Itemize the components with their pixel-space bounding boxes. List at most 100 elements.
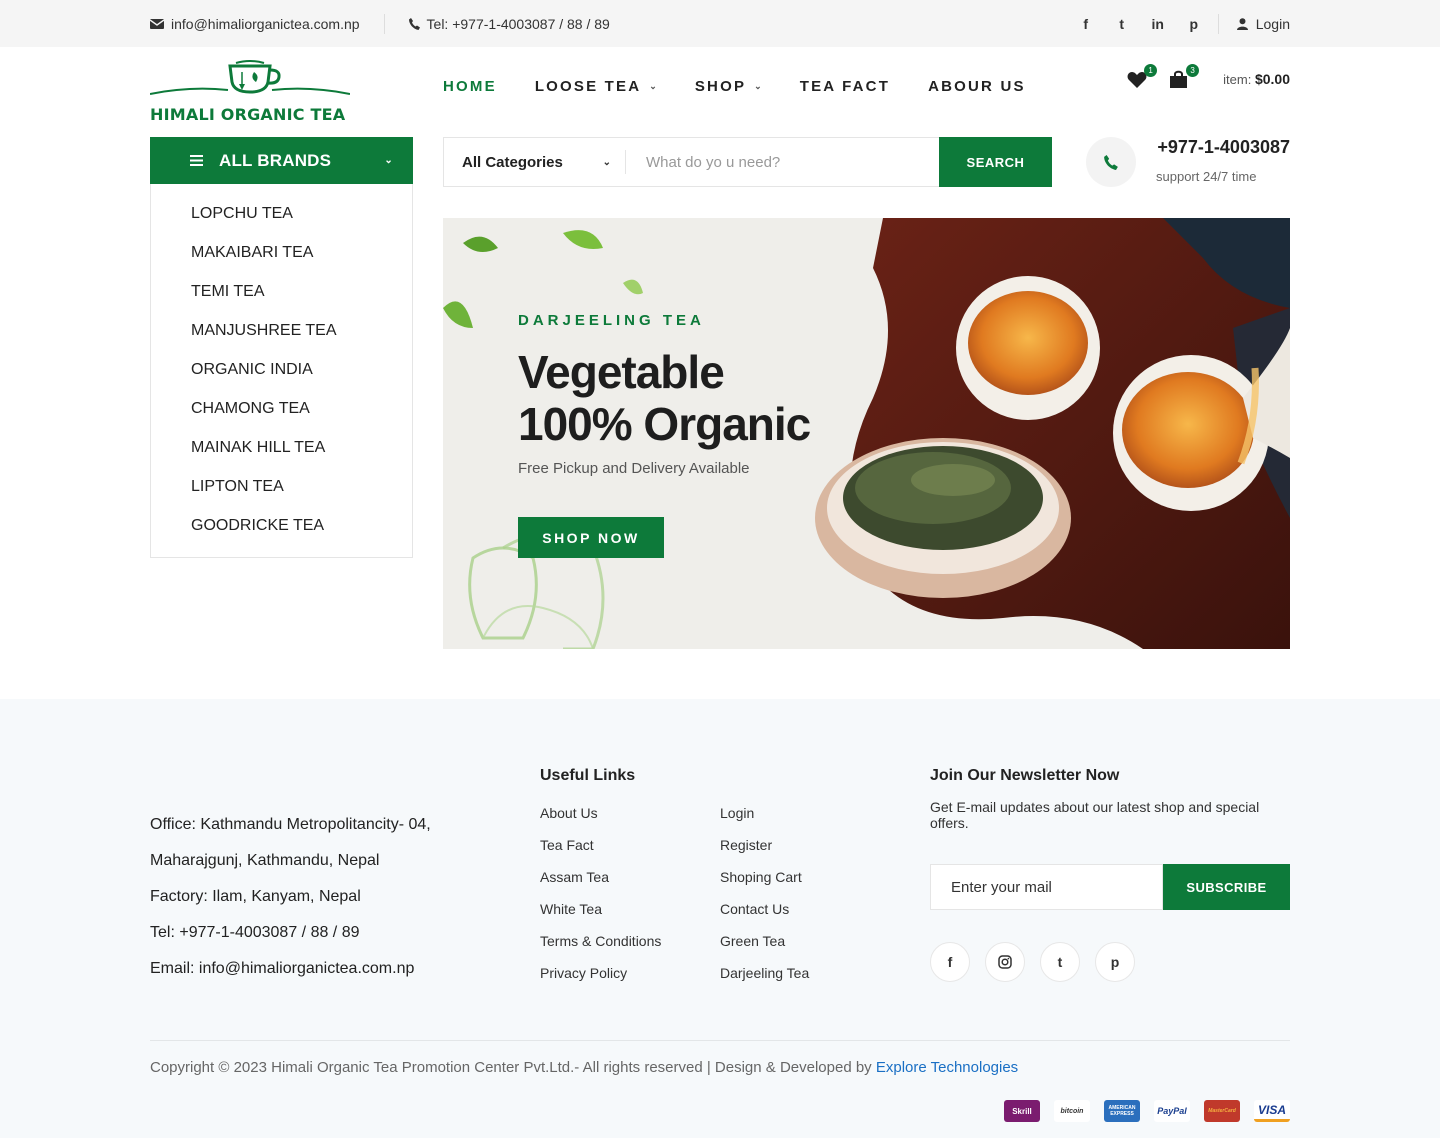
brand-item[interactable]: LIPTON TEA: [151, 467, 412, 506]
hero-title: Vegetable 100% Organic: [518, 346, 848, 450]
paypal-icon: PayPal: [1154, 1100, 1190, 1122]
brand-item[interactable]: LOPCHU TEA: [151, 194, 412, 233]
footer-link[interactable]: Terms & Conditions: [540, 931, 720, 963]
footer-link[interactable]: About Us: [540, 803, 720, 835]
login-link[interactable]: Login: [1236, 16, 1290, 32]
wishlist-button[interactable]: 1: [1127, 64, 1158, 90]
nav-loose-tea-label: LOOSE TEA: [534, 77, 642, 95]
phone-icon: [1104, 154, 1118, 170]
cart-amount: $0.00: [1254, 71, 1290, 87]
header-actions: 1 3 item: $0.00: [1127, 64, 1290, 90]
footer-link[interactable]: Tea Fact: [540, 835, 720, 867]
facebook-icon[interactable]: f: [1068, 16, 1104, 32]
footer: Office: Kathmandu Metropolitancity- 04, …: [0, 699, 1440, 1138]
email-contact[interactable]: info@himaliorganictea.com.np: [150, 16, 360, 32]
bitcoin-icon: bitcoin: [1054, 1100, 1090, 1122]
facebook-icon[interactable]: f: [930, 942, 970, 982]
cart-count-badge: 3: [1186, 64, 1200, 77]
shop-now-button[interactable]: SHOP NOW: [518, 517, 664, 558]
support-text: support 24/7 time: [1156, 169, 1257, 184]
top-social-links: f t in p: [1068, 16, 1212, 32]
footer-link[interactable]: Login: [720, 803, 900, 835]
footer-link[interactable]: Register: [720, 835, 900, 867]
pinterest-icon[interactable]: p: [1176, 16, 1212, 32]
newsletter: Join Our Newsletter Now Get E-mail updat…: [930, 767, 1290, 982]
linkedin-icon[interactable]: in: [1140, 16, 1176, 32]
nav-loose-tea[interactable]: LOOSE TEA ⌄: [535, 72, 657, 100]
footer-link[interactable]: Darjeeling Tea: [720, 963, 900, 995]
brand-item[interactable]: CHAMONG TEA: [151, 389, 412, 428]
top-bar: info@himaliorganictea.com.np Tel: +977-1…: [0, 0, 1440, 47]
copyright-text: Copyright © 2023 Himali Organic Tea Prom…: [150, 1059, 872, 1076]
phone-text: Tel: +977-1-4003087 / 88 / 89: [426, 15, 610, 32]
cart-button[interactable]: 3: [1169, 64, 1200, 90]
nav-tea-fact-label: TEA FACT: [799, 77, 891, 95]
nav-home-label: HOME: [443, 77, 497, 95]
brand-item[interactable]: TEMI TEA: [151, 272, 412, 311]
brand-item[interactable]: MAKAIBARI TEA: [151, 233, 412, 272]
phone-contact[interactable]: Tel: +977-1-4003087 / 88 / 89: [408, 15, 610, 32]
twitter-icon[interactable]: t: [1104, 16, 1140, 32]
support-phone-circle[interactable]: [1086, 137, 1136, 187]
email-text: info@himaliorganictea.com.np: [171, 15, 360, 32]
chevron-down-icon: ⌄: [602, 156, 611, 168]
mastercard-icon: MasterCard: [1204, 1100, 1240, 1122]
footer-social-links: f t p: [930, 942, 1290, 982]
footer-link[interactable]: White Tea: [540, 899, 720, 931]
footer-link[interactable]: Privacy Policy: [540, 963, 720, 995]
nav-shop-label: SHOP: [694, 77, 747, 95]
footer-link[interactable]: Green Tea: [720, 931, 900, 963]
menu-icon: [190, 151, 203, 171]
address-line: Tel: +977-1-4003087 / 88 / 89: [150, 924, 360, 941]
shopping-bag-icon: [1170, 70, 1188, 88]
cart-total[interactable]: item: $0.00: [1223, 71, 1290, 87]
brand-item[interactable]: MAINAK HILL TEA: [151, 428, 412, 467]
brands-toggle[interactable]: ALL BRANDS ⌄: [150, 137, 413, 184]
newsletter-title: Join Our Newsletter Now: [930, 767, 1120, 784]
tea-cup-logo-icon: [150, 60, 350, 95]
visa-icon: VISA: [1254, 1100, 1290, 1122]
brands-menu: ALL BRANDS ⌄ LOPCHU TEA MAKAIBARI TEA TE…: [150, 137, 413, 558]
developer-link[interactable]: Explore Technologies: [876, 1059, 1018, 1076]
logo[interactable]: HIMALI ORGANIC TEA: [150, 60, 350, 124]
search-input[interactable]: [626, 138, 939, 186]
chevron-down-icon: ⌄: [754, 80, 762, 91]
brand-item[interactable]: ORGANIC INDIA: [151, 350, 412, 389]
footer-link[interactable]: Contact Us: [720, 899, 900, 931]
category-select[interactable]: All Categories ⌄: [444, 150, 626, 174]
subscribe-button[interactable]: SUBSCRIBE: [1163, 864, 1290, 910]
twitter-icon[interactable]: t: [1040, 942, 1080, 982]
user-icon: [1236, 17, 1248, 30]
instagram-icon[interactable]: [985, 942, 1025, 982]
hero-banner: DARJEELING TEA Vegetable 100% Organic Fr…: [443, 218, 1290, 649]
divider: [383, 13, 385, 34]
newsletter-text: Get E-mail updates about our latest shop…: [930, 799, 1260, 831]
hero-lead: Free Pickup and Delivery Available: [518, 460, 750, 477]
main-nav: HOME LOOSE TEA ⌄ SHOP ⌄ TEA FACT ABOUR US: [443, 72, 1064, 100]
useful-links: Useful Links About Us Tea Fact Assam Tea…: [540, 767, 900, 995]
nav-tea-fact[interactable]: TEA FACT: [800, 72, 890, 100]
brand-item[interactable]: MANJUSHREE TEA: [151, 311, 412, 350]
newsletter-form: SUBSCRIBE: [930, 864, 1290, 910]
hero-title-line1: Vegetable: [518, 346, 725, 398]
chevron-down-icon: ⌄: [649, 80, 657, 91]
chevron-down-icon: ⌄: [384, 155, 393, 166]
logo-text: HIMALI ORGANIC TEA: [150, 105, 346, 124]
envelope-icon: [150, 18, 164, 29]
newsletter-email-input[interactable]: [930, 864, 1163, 910]
footer-link[interactable]: Shoping Cart: [720, 867, 900, 899]
skrill-icon: Skrill: [1004, 1100, 1040, 1122]
brand-item[interactable]: GOODRICKE TEA: [151, 506, 412, 545]
nav-shop[interactable]: SHOP ⌄: [695, 72, 762, 100]
hero-eyebrow: DARJEELING TEA: [518, 312, 705, 329]
category-select-value: All Categories: [462, 153, 563, 171]
cart-label: item:: [1223, 72, 1252, 87]
payment-methods: Skrill bitcoin AMERICAN EXPRESS PayPal M…: [1004, 1100, 1290, 1122]
search-button[interactable]: SEARCH: [939, 137, 1052, 187]
footer-address: Office: Kathmandu Metropolitancity- 04, …: [150, 807, 431, 987]
footer-link[interactable]: Assam Tea: [540, 867, 720, 899]
pinterest-icon[interactable]: p: [1095, 942, 1135, 982]
nav-home[interactable]: HOME: [443, 72, 497, 100]
footer-divider: [150, 1040, 1290, 1041]
nav-about-us[interactable]: ABOUR US: [928, 72, 1026, 100]
